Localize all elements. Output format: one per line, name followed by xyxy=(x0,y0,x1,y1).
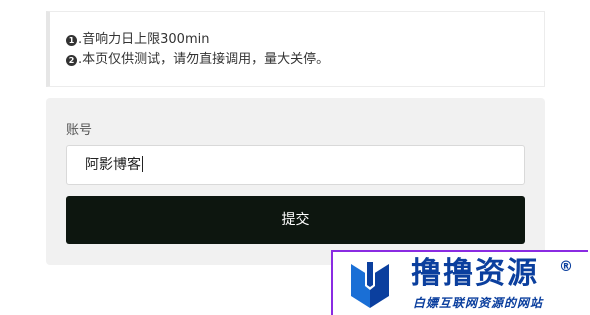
bullet-1-icon: 1 xyxy=(66,35,77,46)
account-input[interactable]: 阿影博客 xyxy=(66,145,525,185)
page: 1 .音响力日上限300min 2 .本页仅供测试，请勿直接调用，量大关停。 账号 … xyxy=(0,0,590,315)
notice-line-1-text: .音响力日上限300min xyxy=(78,32,210,47)
account-input-value: 阿影博客 xyxy=(85,157,141,173)
notice-line-2-text: .本页仅供测试，请勿直接调用，量大关停。 xyxy=(78,52,330,67)
watermark-banner: 撸撸资源 ® 白嫖互联网资源的网站 xyxy=(331,250,588,315)
watermark-subtitle: 白嫖互联网资源的网站 xyxy=(413,296,544,310)
account-label: 账号 xyxy=(66,123,93,138)
text-caret xyxy=(142,156,143,172)
registered-mark: ® xyxy=(559,259,573,275)
notice-line-1: 1 .音响力日上限300min xyxy=(66,30,544,50)
bullet-2-icon: 2 xyxy=(66,55,77,66)
notice-box: 1 .音响力日上限300min 2 .本页仅供测试，请勿直接调用，量大关停。 xyxy=(46,11,545,87)
submit-button[interactable]: 提交 xyxy=(66,196,525,244)
watermark-title: 撸撸资源 xyxy=(411,256,539,291)
form-card: 账号 阿影博客 提交 xyxy=(46,98,545,265)
notice-line-2: 2 .本页仅供测试，请勿直接调用，量大关停。 xyxy=(66,50,544,70)
brand-logo-icon xyxy=(343,258,397,310)
